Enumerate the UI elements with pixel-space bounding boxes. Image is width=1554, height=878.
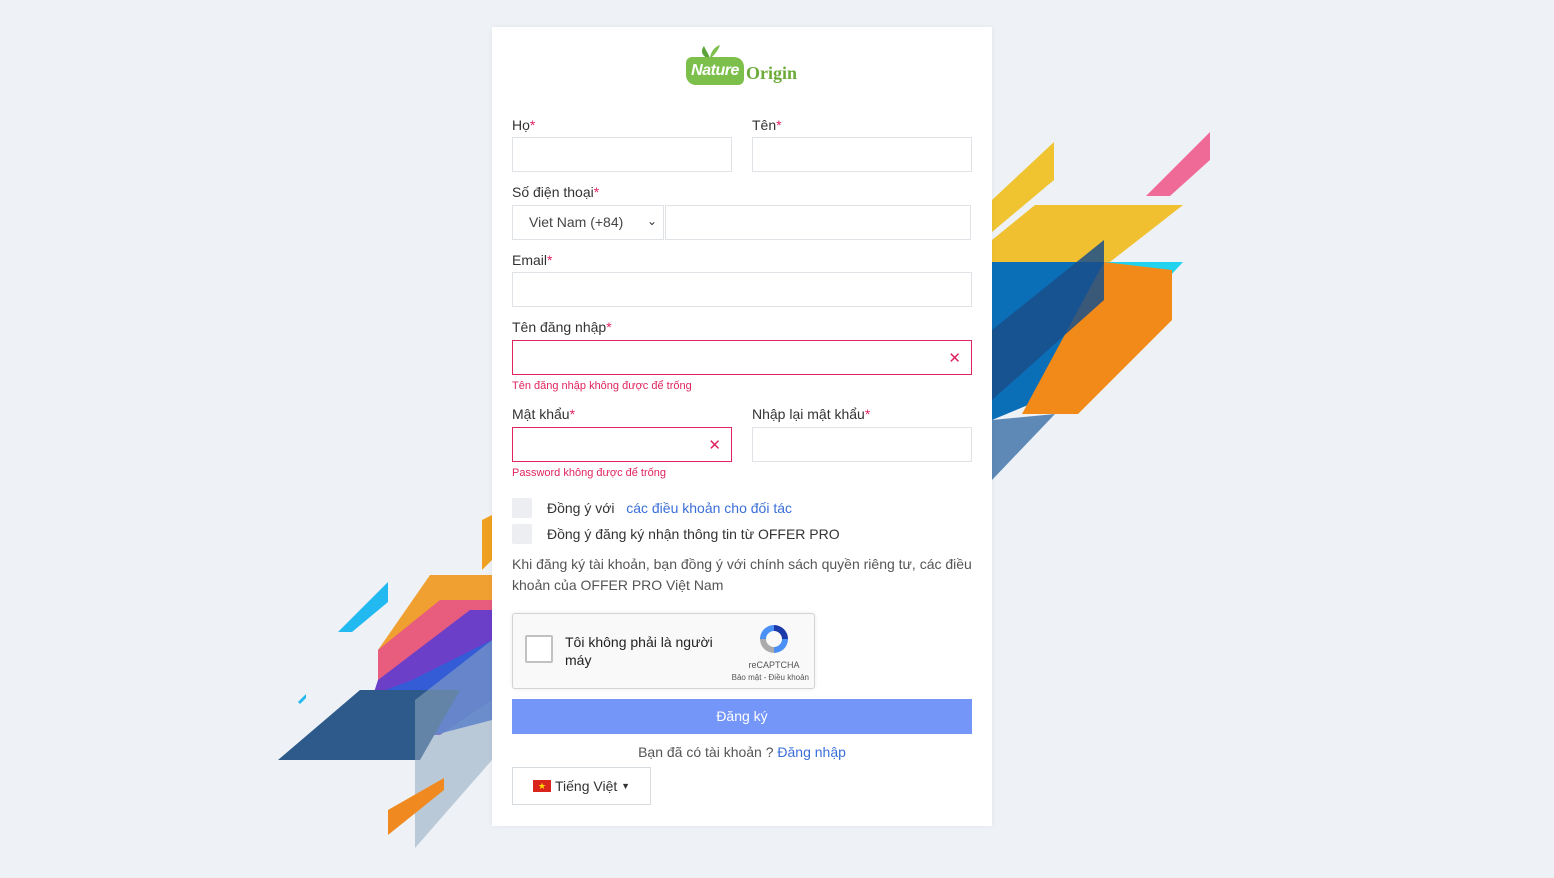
- login-prompt: Bạn đã có tài khoản ? Đăng nhập: [638, 744, 846, 760]
- recaptcha-icon: [760, 625, 788, 653]
- country-code-select[interactable]: Viet Nam (+84) ⌄: [512, 205, 664, 240]
- brand-logo: Nature Origin: [686, 45, 806, 89]
- last-name-label: Họ*: [512, 117, 536, 133]
- logo-wordmark-right: Origin: [746, 63, 798, 83]
- newsletter-checkbox[interactable]: [512, 524, 532, 544]
- recaptcha-links[interactable]: Bảo mật - Điều khoản: [719, 673, 809, 682]
- recaptcha-label: Tôi không phải là người máy: [565, 634, 713, 668]
- caret-down-icon: ▼: [621, 781, 631, 791]
- recaptcha-widget: Tôi không phải là người máy reCAPTCHA Bả…: [512, 613, 815, 689]
- username-error: Tên đăng nhập không được để trống: [512, 380, 692, 392]
- language-selector[interactable]: ★ Tiếng Việt ▼: [512, 767, 651, 805]
- terms-link[interactable]: các điều khoản cho đối tác: [626, 500, 792, 516]
- phone-label: Số điện thoại*: [512, 184, 600, 200]
- confirm-password-input[interactable]: [752, 427, 972, 462]
- login-link[interactable]: Đăng nhập: [777, 744, 846, 760]
- username-label: Tên đăng nhập*: [512, 319, 612, 335]
- register-button[interactable]: Đăng ký: [512, 699, 972, 734]
- recaptcha-brand: reCAPTCHA: [748, 660, 800, 670]
- email-label: Email*: [512, 252, 553, 268]
- username-input[interactable]: ✕: [512, 340, 972, 375]
- clear-icon[interactable]: ✕: [948, 349, 961, 367]
- clear-icon[interactable]: ✕: [708, 436, 721, 454]
- register-card: Nature Origin Họ* Tên* Số điện thoại* Vi…: [492, 27, 992, 826]
- confirm-password-label: Nhập lại mật khẩu*: [752, 406, 871, 422]
- logo-wordmark-left: Nature: [686, 57, 744, 85]
- password-error: Password không được để trống: [512, 467, 666, 479]
- policy-text: Khi đăng ký tài khoản, bạn đồng ý với ch…: [512, 556, 972, 593]
- last-name-input[interactable]: [512, 137, 732, 172]
- chevron-down-icon: ⌄: [646, 214, 657, 228]
- email-input[interactable]: [512, 272, 972, 307]
- password-label: Mật khẩu*: [512, 406, 576, 422]
- terms-text: Đồng ý với các điều khoản cho đối tác: [547, 500, 792, 516]
- first-name-label: Tên*: [752, 117, 782, 133]
- vietnam-flag-icon: ★: [533, 780, 551, 792]
- newsletter-text: Đồng ý đăng ký nhận thông tin từ OFFER P…: [547, 526, 840, 542]
- phone-input[interactable]: [665, 205, 971, 240]
- recaptcha-checkbox[interactable]: [525, 635, 553, 663]
- first-name-input[interactable]: [752, 137, 972, 172]
- terms-checkbox[interactable]: [512, 498, 532, 518]
- password-input[interactable]: ✕: [512, 427, 732, 462]
